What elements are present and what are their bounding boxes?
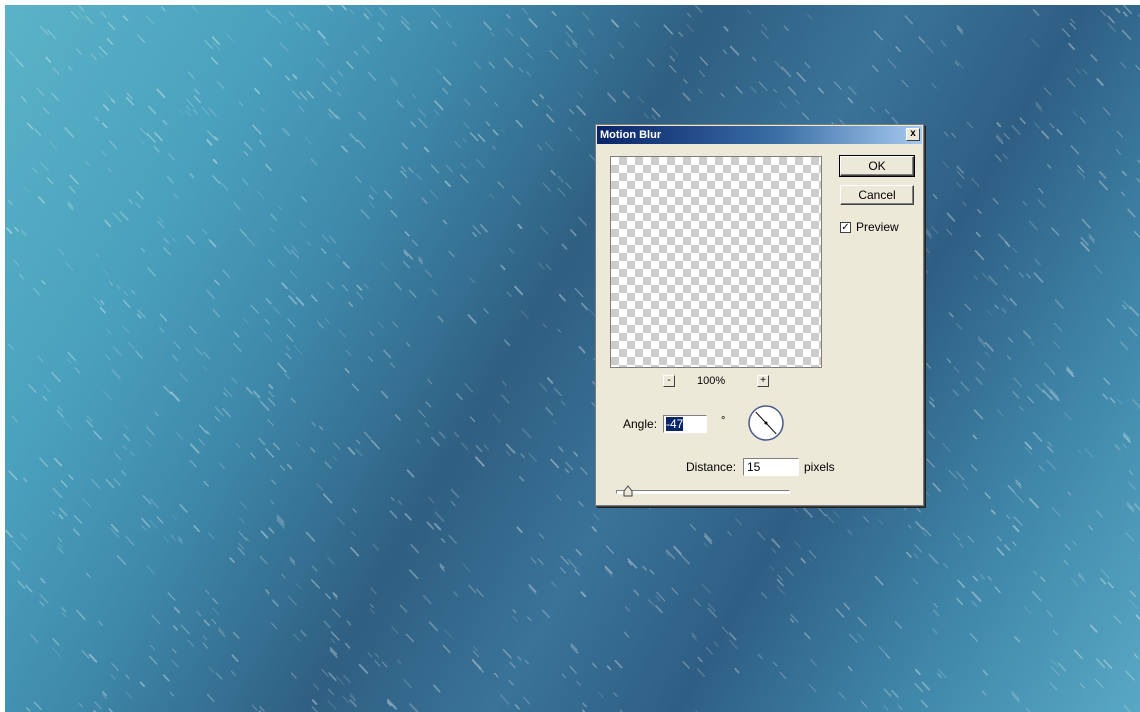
angle-dial[interactable]: [746, 403, 786, 443]
photoshop-canvas: [5, 5, 1140, 712]
distance-slider-thumb[interactable]: [623, 485, 633, 497]
distance-unit: pixels: [804, 460, 835, 474]
angle-label: Angle:: [623, 417, 658, 431]
distance-slider-track[interactable]: [616, 490, 790, 494]
zoom-in-button[interactable]: +: [757, 375, 769, 387]
zoom-out-button[interactable]: -: [663, 375, 675, 387]
preview-checkbox-row[interactable]: ✓ Preview: [840, 220, 899, 234]
angle-value: -47: [666, 417, 684, 431]
preview-checkbox[interactable]: ✓: [840, 221, 851, 233]
zoom-level: 100%: [697, 375, 726, 387]
plus-icon: +: [760, 375, 766, 386]
preview-label: Preview: [856, 220, 899, 234]
checkmark-icon: ✓: [841, 221, 850, 233]
close-button[interactable]: x: [906, 128, 920, 141]
dialog-titlebar[interactable]: Motion Blur x: [597, 126, 922, 144]
motion-blur-dialog: Motion Blur x - 100% + OK Cancel ✓ Previ…: [595, 124, 924, 506]
degree-symbol: °: [721, 415, 726, 427]
close-icon: x: [910, 128, 916, 139]
minus-icon: -: [667, 375, 671, 386]
distance-label: Distance:: [686, 460, 737, 474]
angle-input[interactable]: -47: [663, 415, 707, 433]
distance-input[interactable]: 15: [743, 458, 799, 476]
dial-center: [764, 421, 768, 425]
cancel-button[interactable]: Cancel: [840, 185, 914, 205]
ok-button[interactable]: OK: [839, 155, 915, 177]
zoom-controls: - 100% +: [610, 375, 822, 391]
rain-streaks-texture: [5, 5, 1140, 712]
dialog-title: Motion Blur: [600, 129, 662, 141]
preview-window[interactable]: [610, 156, 822, 368]
